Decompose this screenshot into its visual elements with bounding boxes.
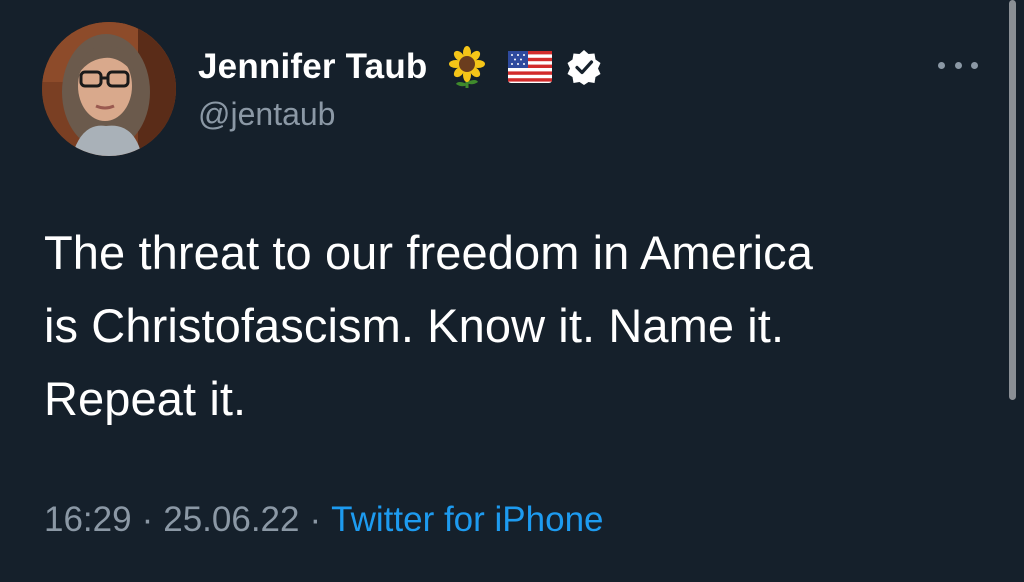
tweet-text-line: Repeat it. <box>44 372 247 425</box>
author-display-name[interactable]: Jennifer Taub <box>198 47 428 87</box>
meta-separator: · <box>141 500 154 539</box>
tweet-text: The threat to our freedom in America is … <box>44 216 984 435</box>
meta-separator: · <box>309 500 322 539</box>
scrollbar[interactable] <box>1009 0 1016 400</box>
tweet-text-line: The threat to our freedom in America <box>44 226 814 279</box>
author-handle[interactable]: @jentaub <box>198 96 335 133</box>
tweet-date[interactable]: 25.06.22 <box>163 500 299 539</box>
more-dot-icon <box>954 61 962 69</box>
more-dot-icon <box>971 61 978 69</box>
sunflower-icon <box>446 46 488 88</box>
profile-photo <box>42 22 176 156</box>
more-options-button[interactable] <box>934 50 982 80</box>
tweet-source-link[interactable]: Twitter for iPhone <box>331 500 603 539</box>
tweet-text-line: is Christofascism. Know it. Name it. <box>44 299 785 352</box>
more-dot-icon <box>938 61 945 69</box>
tweet-metadata: 16:29 · 25.06.22 · Twitter for iPhone <box>44 500 604 540</box>
tweet: Jennifer Taub @jentaub The threat to our… <box>0 0 1024 582</box>
author-name-row: Jennifer Taub <box>198 44 602 90</box>
avatar[interactable] <box>42 22 176 156</box>
verified-badge-icon <box>566 49 602 85</box>
us-flag-icon <box>507 51 552 83</box>
tweet-time[interactable]: 16:29 <box>44 500 132 539</box>
